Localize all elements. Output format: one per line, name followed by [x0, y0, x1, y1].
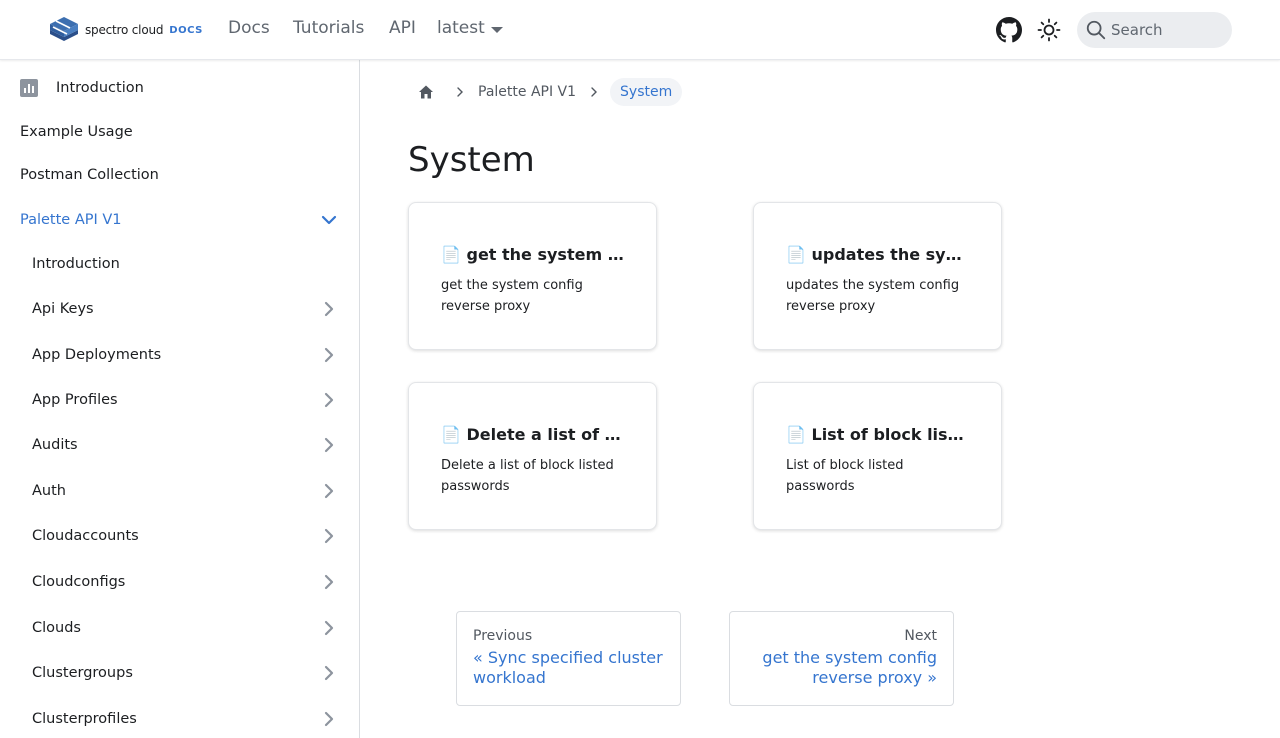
home-icon	[419, 85, 433, 99]
doc-card[interactable]: 📄 Delete a list of block listed password…	[408, 382, 657, 530]
pager-label: « Sync specified cluster workload	[473, 648, 663, 687]
breadcrumb: Palette API V1 System	[408, 76, 683, 108]
sidebar-item-label: App Profiles	[32, 392, 118, 408]
chevron-right-icon[interactable]	[321, 437, 337, 453]
search-icon	[1086, 20, 1106, 40]
card-title: 📄 List of block listed passwords	[786, 425, 969, 444]
sidebar-item-example-usage[interactable]: Example Usage	[0, 112, 359, 152]
nav-tutorials-link[interactable]: Tutorials	[293, 18, 364, 38]
card-title: 📄 get the system config reverse proxy	[441, 245, 624, 264]
page-title: System	[408, 140, 535, 180]
sidebar-item-label: Introduction	[32, 256, 120, 272]
previous-page-link[interactable]: Previous « Sync specified cluster worklo…	[456, 611, 681, 706]
sidebar-item-label: Audits	[32, 437, 78, 453]
sidebar-item-label: Example Usage	[20, 124, 133, 140]
sidebar-item-auth[interactable]: Auth	[0, 471, 359, 511]
logo-text: spectro cloud	[85, 23, 164, 37]
chevron-right-icon[interactable]	[321, 392, 337, 408]
docs-sidebar: Introduction Example Usage Postman Colle…	[0, 60, 360, 738]
sidebar-item-cloudconfigs[interactable]: Cloudconfigs	[0, 562, 359, 602]
chart-icon	[20, 79, 38, 97]
top-navbar: spectro cloud DOCS Docs Tutorials API la…	[0, 0, 1280, 60]
next-page-link[interactable]: Next get the system config reverse proxy…	[729, 611, 954, 706]
chevron-right-icon	[591, 87, 598, 97]
chevron-right-icon[interactable]	[321, 528, 337, 544]
card-description: Delete a list of block listed passwords	[441, 458, 614, 494]
pager-label: get the system config reverse proxy »	[762, 648, 937, 687]
sidebar-item-label: Cloudconfigs	[32, 574, 126, 590]
sidebar-item-app-deployments[interactable]: App Deployments	[0, 335, 359, 375]
chevron-right-icon[interactable]	[321, 665, 337, 681]
caret-down-icon	[490, 26, 503, 33]
sidebar-item-api-introduction[interactable]: Introduction	[0, 244, 359, 284]
sidebar-item-label: Introduction	[56, 80, 144, 96]
sidebar-item-audits[interactable]: Audits	[0, 425, 359, 465]
card-title: 📄 updates the system config reverse prox…	[786, 245, 969, 264]
main-content: Palette API V1 System System 📄 get the s…	[360, 60, 1280, 738]
chevron-right-icon[interactable]	[321, 574, 337, 590]
sidebar-item-label: Clustergroups	[32, 665, 133, 681]
chevron-right-icon[interactable]	[321, 711, 337, 727]
sidebar-item-clusterprofiles[interactable]: Clusterprofiles	[0, 699, 359, 738]
chevron-down-icon[interactable]	[321, 212, 337, 228]
card-description: updates the system config reverse proxy	[786, 278, 960, 314]
card-description: List of block listed passwords	[786, 458, 904, 494]
version-dropdown[interactable]: latest	[437, 18, 503, 38]
sidebar-item-label: Auth	[32, 483, 66, 499]
breadcrumb-current: System	[610, 78, 683, 106]
doc-card[interactable]: 📄 get the system config reverse proxy ge…	[408, 202, 657, 350]
doc-card[interactable]: 📄 List of block listed passwords List of…	[753, 382, 1002, 530]
sidebar-item-api-keys[interactable]: Api Keys	[0, 289, 359, 329]
spectro-cloud-logo-icon	[50, 17, 78, 41]
card-description: get the system config reverse proxy	[441, 278, 583, 314]
sidebar-item-label: Postman Collection	[20, 167, 159, 183]
pager-sublabel: Previous	[473, 628, 533, 644]
sidebar-item-label: Clouds	[32, 620, 81, 636]
sidebar-item-app-profiles[interactable]: App Profiles	[0, 380, 359, 420]
sidebar-item-postman-collection[interactable]: Postman Collection	[0, 155, 359, 195]
logo-badge: DOCS	[169, 24, 203, 36]
chevron-right-icon	[457, 87, 463, 97]
chevron-right-icon[interactable]	[321, 483, 337, 499]
nav-api-link[interactable]: API	[389, 18, 416, 38]
sidebar-item-label: App Deployments	[32, 347, 162, 363]
sidebar-item-palette-api-v1[interactable]: Palette API V1	[0, 200, 359, 240]
search-box[interactable]	[1077, 12, 1232, 48]
sidebar-item-introduction[interactable]: Introduction	[0, 68, 359, 108]
sidebar-item-clustergroups[interactable]: Clustergroups	[0, 653, 359, 693]
card-title: 📄 Delete a list of block listed password…	[441, 425, 624, 444]
spectro-cloud-logo[interactable]: spectro cloud DOCS	[48, 15, 203, 45]
sun-icon[interactable]	[1037, 18, 1061, 42]
doc-card[interactable]: 📄 updates the system config reverse prox…	[753, 202, 1002, 350]
version-label: latest	[437, 18, 485, 38]
breadcrumb-palette-api-v1[interactable]: Palette API V1	[476, 78, 578, 106]
nav-docs-link[interactable]: Docs	[228, 18, 270, 38]
github-icon[interactable]	[996, 17, 1022, 43]
sidebar-item-label: Cloudaccounts	[32, 528, 139, 544]
sidebar-item-cloudaccounts[interactable]: Cloudaccounts	[0, 516, 359, 556]
sidebar-item-clouds[interactable]: Clouds	[0, 608, 359, 648]
breadcrumb-home[interactable]	[408, 76, 444, 108]
chevron-right-icon[interactable]	[321, 301, 337, 317]
pager-sublabel: Next	[904, 628, 937, 644]
chevron-right-icon[interactable]	[321, 347, 337, 363]
chevron-right-icon[interactable]	[321, 620, 337, 636]
sidebar-item-label: Api Keys	[32, 301, 94, 317]
search-input[interactable]	[1111, 21, 1221, 39]
sidebar-item-label: Clusterprofiles	[32, 711, 137, 727]
sidebar-item-label: Palette API V1	[20, 212, 122, 228]
